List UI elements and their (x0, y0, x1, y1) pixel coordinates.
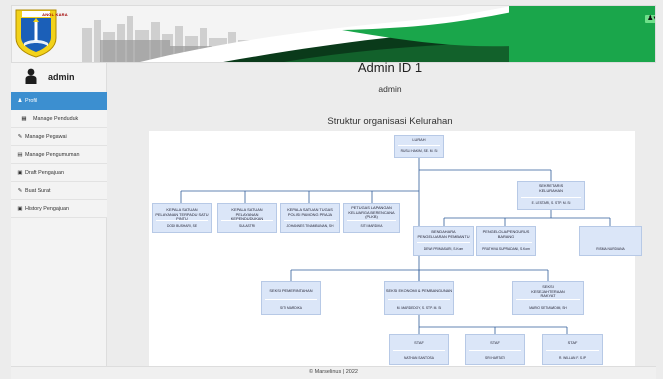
sidebar-item-profil[interactable]: ♟ Profil (11, 92, 107, 110)
org-box-person: SITI MARDIKA (280, 306, 302, 310)
user-dropdown-icon: ♟▾ (645, 15, 655, 23)
sidebar-item-label: Buat Surat (25, 187, 51, 194)
org-box-person: RISMA NURDIANA (596, 247, 625, 251)
org-box-staf-kesra-2: STAF R. WILLAN F. S.IP (542, 334, 603, 365)
sidebar-item-label: Profil (25, 97, 38, 104)
sidebar-item-manage-penduduk[interactable]: ▦ Manage Penduduk (11, 110, 107, 128)
org-box-bendahara: BENDAHARA PENGELUARAN PEMBANTU DEWI PRIM… (413, 226, 474, 256)
sidebar-menu: ♟ Profil ▦ Manage Penduduk ✎ Manage Pega… (11, 92, 107, 218)
sidebar: admin ♟ Profil ▦ Manage Penduduk ✎ Manag… (11, 63, 107, 367)
org-box-person: E. LESTARI, S. STP. M. Si (531, 201, 571, 205)
page: ANGL KARA ♟▾ admin ♟ Profil ▦ Manage Pen… (0, 0, 663, 379)
org-box-role: STAF (414, 340, 424, 345)
structure-heading: Struktur organisasi Kelurahan (327, 116, 453, 127)
emblem-label: ANGL KARA (42, 12, 68, 17)
sidebar-item-label: History Pengajuan (25, 205, 70, 212)
page-title: Admin ID 1 (357, 60, 423, 75)
org-box-role: SEKSI EKONOMI & PEMBANGUNAN (385, 288, 453, 293)
user-icon: ♟ (17, 97, 23, 104)
org-box-staf-sekretariat: RISMA NURDIANA (579, 226, 642, 256)
org-box-person: JOHANNES TINAMBUNAN, SH (286, 224, 334, 228)
org-box-person: SITI MARDIKA (360, 224, 383, 228)
org-box-staf-ekonomi: STAF NATHAN SANTOSA (389, 334, 449, 365)
sidebar-item-manage-pegawai[interactable]: ✎ Manage Pegawai (11, 128, 107, 146)
org-box-role: SEKSI KESEJAHTERAAN RAKYAT (531, 284, 565, 299)
org-box-person: DEWI PRIMASARI, S.Kom (423, 247, 464, 251)
page-subtitle: admin (378, 84, 402, 94)
sidebar-item-manage-pengumuman[interactable]: ▤ Manage Pengumuman (11, 146, 107, 164)
org-box-role: STAF (490, 340, 500, 345)
org-box-person: MARIO SETIAWIDIM, SH (529, 306, 567, 310)
inbox-icon: ▣ (17, 169, 23, 176)
sidebar-item-draft-pengajuan[interactable]: ▣ Draft Pengajuan (11, 164, 107, 182)
user-avatar-icon (25, 68, 37, 84)
header-banner: ANGL KARA ♟▾ (11, 5, 656, 63)
org-box-role: SEKSI PEMERINTAHAN (269, 288, 313, 293)
org-box-role: BENDAHARA PENGELUARAN PEMBANTU (417, 229, 470, 239)
org-box-seksi-kesra: SEKSI KESEJAHTERAAN RAKYAT MARIO SETIAWI… (512, 281, 584, 315)
org-box-role: STAF (567, 340, 578, 345)
org-box-satuan-ptsp: KEPALA SATUAN PELAYANAN TERPADU SATU PIN… (152, 203, 212, 233)
org-box-person: PRATHIVA SUPRADANI, S.Kom (482, 247, 530, 251)
org-box-role: PETUGAS LAPANGAN KELUARGA BERENCANA (PLK… (348, 205, 395, 220)
pencil-icon: ✎ (17, 187, 23, 194)
sidebar-item-label: Manage Penduduk (33, 115, 79, 122)
org-box-person: RUSLI HAKIM, SE. M. Si (400, 149, 438, 153)
sidebar-item-label: Manage Pengumuman (25, 151, 80, 158)
org-box-sekretaris: SEKRETARIS KELURAHAN E. LESTARI, S. STP.… (517, 181, 585, 210)
profile-username: admin (48, 72, 75, 82)
org-box-person: DODI BUSHARI, SE (166, 224, 198, 228)
org-box-satuan-satpol-pp: KEPALA SATUAN TUGAS POLISI PAMONG PRAJA … (280, 203, 340, 233)
org-chart-connectors (180, 158, 611, 334)
org-box-role: KEPALA SATUAN TUGAS POLISI PAMONG PRAJA (287, 207, 333, 217)
footer-copyright: © Marselinus | 2022 (309, 369, 358, 375)
org-box-role: PENGELOLA/PENGURUS BARANG (482, 229, 530, 239)
banner-artwork (12, 6, 655, 62)
user-menu-toggle[interactable]: ♟▾ (645, 15, 655, 23)
org-box-person: R. WILLAN F. S.IP (558, 356, 587, 360)
org-box-lurah: LURAH RUSLI HAKIM, SE. M. Si (394, 135, 444, 158)
sidebar-item-buat-surat[interactable]: ✎ Buat Surat (11, 182, 107, 200)
org-box-seksi-ekonomi: SEKSI EKONOMI & PEMBANGUNAN M. MARDEDOY,… (384, 281, 454, 315)
org-box-seksi-pemerintahan: SEKSI PEMERINTAHAN SITI MARDIKA (261, 281, 321, 315)
sidebar-profile: admin (11, 63, 107, 91)
footer: © Marselinus | 2022 (11, 366, 656, 379)
sidebar-item-label: Manage Pegawai (25, 133, 67, 140)
org-box-role: SEKRETARIS KELURAHAN (538, 183, 564, 193)
org-box-person: SULASTRI (238, 224, 256, 228)
org-chart: LURAH RUSLI HAKIM, SE. M. Si SEKRETARIS … (149, 131, 642, 367)
org-box-pengelola-barang: PENGELOLA/PENGURUS BARANG PRATHIVA SUPRA… (476, 226, 536, 256)
inbox-icon: ▣ (17, 205, 23, 212)
table-icon: ▦ (21, 115, 27, 122)
list-icon: ▤ (17, 151, 23, 158)
org-box-staf-kesra-1: STAF SRI HARTATI (465, 334, 525, 365)
org-box-role: LURAH (412, 137, 426, 142)
pencil-icon: ✎ (17, 133, 23, 140)
org-box-plkb: PETUGAS LAPANGAN KELUARGA BERENCANA (PLK… (343, 203, 400, 233)
org-box-person: M. MARDEDOY, S. STP. M. Si (396, 306, 442, 310)
org-box-person: NATHAN SANTOSA (404, 356, 434, 360)
org-box-satuan-kependudukan: KEPALA SATUAN PELAYANAN KEPENDUDUKAN SUL… (217, 203, 277, 233)
sidebar-item-history-pengajuan[interactable]: ▣ History Pengajuan (11, 200, 107, 218)
org-box-person: SRI HARTATI (485, 356, 505, 360)
sidebar-item-label: Draft Pengajuan (25, 169, 64, 176)
